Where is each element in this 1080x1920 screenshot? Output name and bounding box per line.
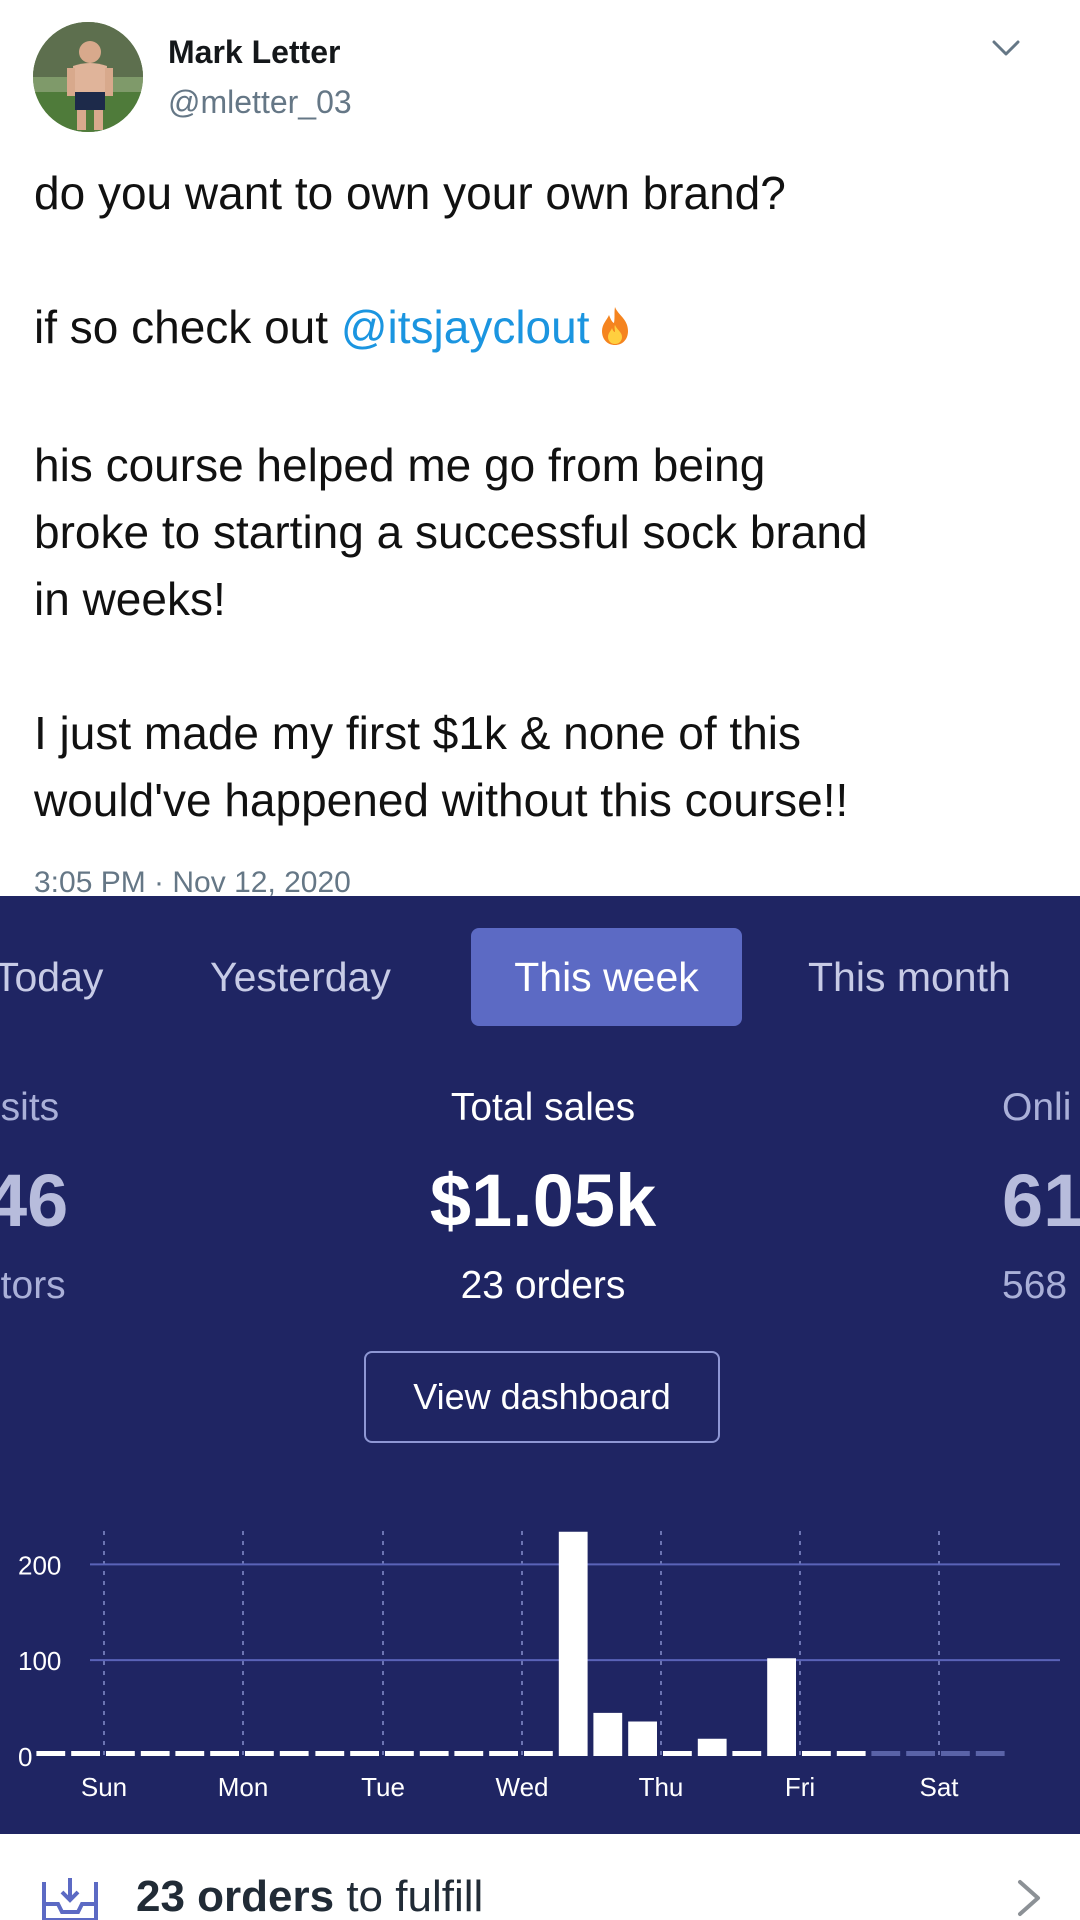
total-sales-label: Total sales bbox=[450, 1086, 636, 1129]
chart-bar bbox=[732, 1751, 762, 1756]
chart-bar bbox=[279, 1751, 309, 1756]
chart-y-tick-label: 200 bbox=[18, 1550, 61, 1580]
avatar-photo bbox=[33, 22, 143, 132]
chart-x-tick-label: Fri bbox=[785, 1772, 815, 1802]
tweet-line: I just made my first $1k & none of this bbox=[34, 707, 801, 759]
fire-icon bbox=[598, 298, 632, 365]
chart-bar bbox=[697, 1738, 727, 1756]
chart-bar bbox=[419, 1751, 449, 1756]
tweet-line: in weeks! bbox=[34, 573, 226, 625]
chart-y-tick-label: 0 bbox=[18, 1742, 32, 1772]
chart-bar bbox=[871, 1751, 901, 1756]
tweet-line: if so check out @itsjayclout bbox=[34, 294, 1054, 365]
chart-bar bbox=[175, 1751, 205, 1756]
sales-stats-panel: Today Yesterday This week This month isi… bbox=[0, 896, 1080, 1834]
tab-today[interactable]: Today bbox=[0, 928, 103, 1026]
visits-label: isits bbox=[0, 1086, 60, 1129]
chart-bar bbox=[71, 1751, 100, 1756]
sales-bar-chart: 200 100 0 Sun Mon Tue Wed Thu Fri Sat bbox=[18, 1531, 1060, 1802]
online-sub: 568 bbox=[1002, 1264, 1068, 1307]
chart-bar bbox=[663, 1751, 692, 1756]
chart-bar bbox=[975, 1751, 1005, 1756]
tab-this-week[interactable]: This week bbox=[471, 928, 742, 1026]
orders-to-fulfill-count: 23 orders bbox=[136, 1872, 335, 1920]
orders-count: 23 orders bbox=[460, 1264, 626, 1307]
chevron-right-icon[interactable] bbox=[1014, 1878, 1044, 1918]
tab-this-month[interactable]: This month bbox=[808, 928, 1011, 1026]
tweet-timestamp[interactable]: 3:05 PM · Nov 12, 2020 bbox=[34, 866, 351, 896]
chart-x-tick-label: Tue bbox=[361, 1772, 405, 1802]
mention-link[interactable]: @itsjayclout bbox=[341, 301, 590, 353]
chart-bar bbox=[210, 1751, 239, 1756]
tweet-card: Mark Letter @mletter_03 do you want to o… bbox=[0, 0, 1080, 896]
chart-bar bbox=[524, 1751, 553, 1756]
chart-bar bbox=[106, 1751, 135, 1756]
chart-bar bbox=[906, 1751, 935, 1756]
tweet-line: do you want to own your own brand? bbox=[34, 167, 786, 219]
inbox-download-icon bbox=[42, 1878, 98, 1920]
chart-bar bbox=[558, 1531, 588, 1756]
chart-bar bbox=[941, 1751, 970, 1756]
chart-bar bbox=[140, 1751, 170, 1756]
chart-bar bbox=[245, 1751, 274, 1756]
view-dashboard-button[interactable]: View dashboard bbox=[364, 1351, 720, 1443]
fulfill-orders-text: 23 orders to fulfill bbox=[136, 1872, 483, 1920]
chart-bar bbox=[802, 1751, 831, 1756]
orders-to-fulfill-suffix: to fulfill bbox=[334, 1872, 484, 1920]
chart-x-tick-label: Wed bbox=[496, 1772, 549, 1802]
online-value: 61 bbox=[1002, 1159, 1080, 1242]
display-name[interactable]: Mark Letter bbox=[168, 34, 341, 71]
visits-value: 46 bbox=[0, 1159, 69, 1242]
user-handle[interactable]: @mletter_03 bbox=[168, 84, 352, 121]
tweet-line: his course helped me go from being bbox=[34, 439, 766, 491]
chart-bar bbox=[350, 1751, 379, 1756]
tab-yesterday[interactable]: Yesterday bbox=[210, 928, 391, 1026]
avatar[interactable] bbox=[33, 22, 143, 132]
chart-bar bbox=[315, 1751, 345, 1756]
chart-bar bbox=[36, 1751, 66, 1756]
chart-bar bbox=[454, 1751, 484, 1756]
total-sales-value: $1.05k bbox=[429, 1159, 657, 1242]
chart-bar bbox=[628, 1721, 657, 1756]
chart-x-tick-label: Mon bbox=[218, 1772, 269, 1802]
chart-y-tick-label: 100 bbox=[18, 1646, 61, 1676]
visitors-label: itors bbox=[0, 1264, 66, 1307]
chevron-down-icon[interactable] bbox=[988, 30, 1024, 66]
tweet-text: do you want to own your own brand? if so… bbox=[34, 160, 1054, 834]
chart-x-tick-label: Sun bbox=[81, 1772, 127, 1802]
tweet-line: would've happened without this course!! bbox=[34, 774, 849, 826]
chart-bar bbox=[836, 1751, 866, 1756]
chart-bar bbox=[767, 1658, 796, 1756]
chart-x-tick-label: Thu bbox=[639, 1772, 684, 1802]
chart-bar bbox=[385, 1751, 414, 1756]
fulfill-orders-bar[interactable]: 23 orders to fulfill bbox=[0, 1834, 1080, 1920]
online-label: Onli bbox=[1002, 1086, 1072, 1129]
tweet-line: broke to starting a successful sock bran… bbox=[34, 506, 868, 558]
chart-x-tick-label: Sat bbox=[919, 1772, 959, 1802]
chart-bar bbox=[489, 1751, 518, 1756]
tweet-line-prefix: if so check out bbox=[34, 301, 341, 353]
chart-bar bbox=[593, 1712, 623, 1756]
